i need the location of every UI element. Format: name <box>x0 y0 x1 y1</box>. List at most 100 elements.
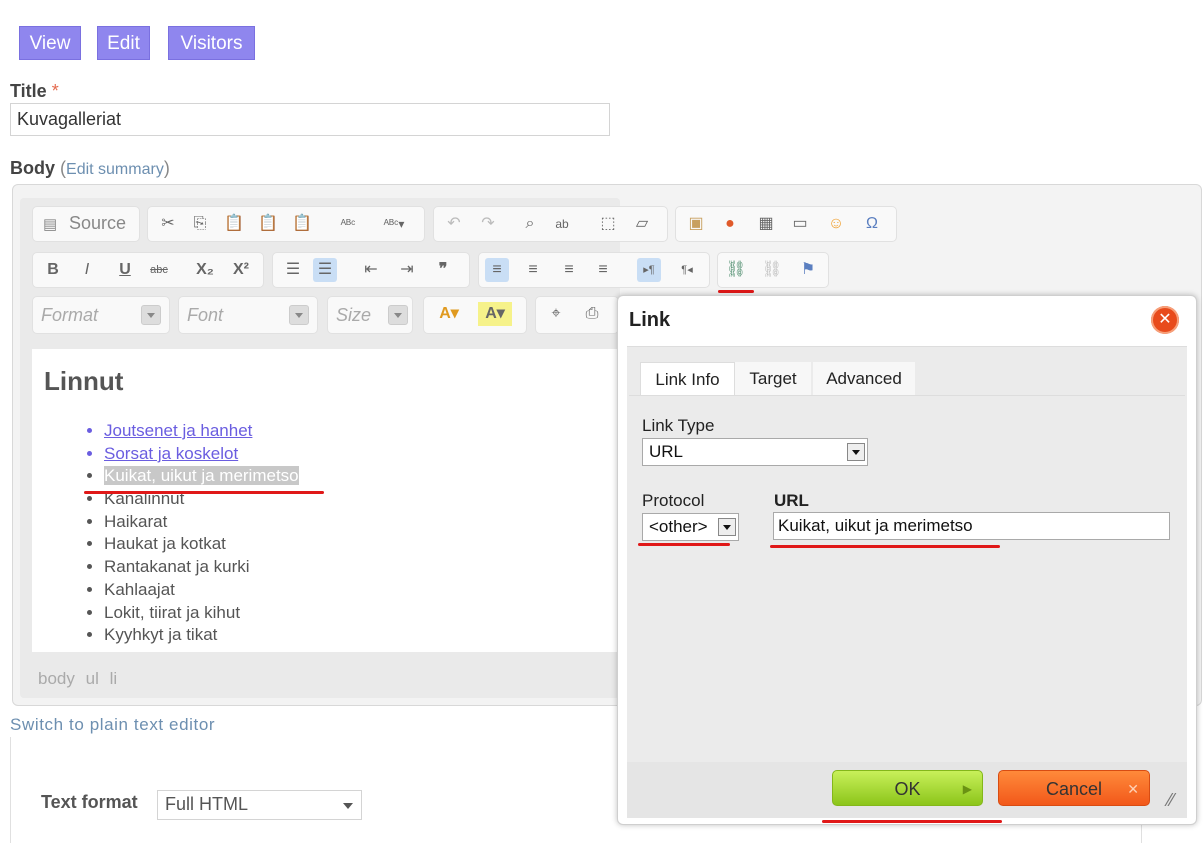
horizontal-rule-icon[interactable]: ▭ <box>788 212 812 236</box>
cancel-button-label: Cancel <box>1045 779 1103 799</box>
list-item-text[interactable]: Joutsenet ja hanhet <box>104 421 252 440</box>
basic-styles-group: B I U abc X₂ X² <box>32 252 264 288</box>
bullet-list-icon[interactable]: ☰ <box>313 258 337 282</box>
spellcheck-dropdown-icon[interactable]: ᴬᴮᶜ▾ <box>374 212 414 236</box>
list-item[interactable]: Kahlaajat <box>104 579 299 602</box>
protocol-select[interactable]: <other> <box>642 513 739 541</box>
chevron-down-icon <box>388 305 408 325</box>
paste-word-icon[interactable]: 📋 <box>290 212 314 236</box>
tab-target[interactable]: Target <box>735 362 811 396</box>
subscript-icon[interactable]: X₂ <box>193 258 217 282</box>
dialog-title: Link <box>629 309 671 331</box>
paste-icon[interactable]: 📋 <box>222 212 246 236</box>
anchor-icon[interactable]: ⚑ <box>796 258 820 282</box>
font-combo-label: Font <box>187 305 224 325</box>
list-item-text[interactable]: Kuikat, uikut ja merimetso <box>104 466 299 486</box>
bg-color-icon[interactable]: A▾ <box>478 302 512 326</box>
switch-plain-text-link[interactable]: Switch to plain text editor <box>10 715 215 735</box>
tab-visitors[interactable]: Visitors <box>168 26 255 60</box>
paren-close: ) <box>163 158 170 178</box>
list-item-text[interactable]: Sorsat ja koskelot <box>104 444 238 463</box>
text-color-icon[interactable]: A▾ <box>432 302 466 326</box>
undo-icon[interactable]: ↶ <box>442 212 466 236</box>
outdent-icon[interactable]: ⇤ <box>359 258 383 282</box>
chevron-down-icon <box>718 518 736 536</box>
list-item-text: Kyyhkyt ja tikat <box>104 625 218 645</box>
format-combo-label: Format <box>41 305 99 325</box>
list-item-text: Rantakanat ja kurki <box>104 557 250 577</box>
replace-icon[interactable]: ab <box>550 212 574 236</box>
format-combo[interactable]: Format <box>32 296 170 334</box>
body-label: Body (Edit summary) <box>10 158 170 179</box>
list-item[interactable]: Sorsat ja koskelot <box>104 443 299 466</box>
font-combo[interactable]: Font <box>178 296 318 334</box>
align-left-icon[interactable]: ≡ <box>485 258 509 282</box>
cut-icon[interactable]: ✂ <box>156 212 180 236</box>
table-icon[interactable]: ▦ <box>754 212 778 236</box>
smiley-icon[interactable]: ☺ <box>824 212 848 236</box>
list-item[interactable]: Kyyhkyt ja tikat <box>104 624 299 647</box>
chevron-down-icon <box>847 443 865 461</box>
tab-advanced[interactable]: Advanced <box>813 362 915 396</box>
list-item-text: Lokit, tiirat ja kihut <box>104 602 241 622</box>
blockquote-icon[interactable]: ❞ <box>431 258 455 282</box>
find-icon[interactable]: ⌕ <box>518 212 542 236</box>
divider <box>10 737 11 843</box>
title-input[interactable]: Kuvagalleriat <box>10 103 610 136</box>
edit-group: ↶ ↷ ⌕ ab ⬚ ▱ <box>433 206 668 242</box>
close-icon[interactable]: ✕ <box>1151 306 1179 334</box>
select-all-icon[interactable]: ⬚ <box>596 212 620 236</box>
strike-icon[interactable]: abc <box>147 258 171 282</box>
source-group: ▤ Source <box>32 206 140 242</box>
tab-view[interactable]: View <box>19 26 81 60</box>
image-icon[interactable]: ▣ <box>684 212 708 236</box>
title-label: Title * <box>10 81 59 102</box>
ok-button-label: OK <box>894 779 921 799</box>
list-item[interactable]: Haikarat <box>104 511 299 534</box>
link-icon[interactable]: ⛓ <box>724 258 748 282</box>
element-path: body ul li <box>38 669 117 689</box>
url-input[interactable]: Kuikat, uikut ja merimetso <box>773 512 1170 540</box>
redo-icon[interactable]: ↷ <box>476 212 500 236</box>
rtl-icon[interactable]: ¶◂ <box>675 258 699 282</box>
list-item[interactable]: Joutsenet ja hanhet <box>104 420 299 443</box>
insert-group: ▣ ● ▦ ▭ ☺ Ω <box>675 206 897 242</box>
cancel-button[interactable]: Cancel ✕ <box>998 770 1150 806</box>
align-center-icon[interactable]: ≡ <box>521 258 545 282</box>
bold-icon[interactable]: B <box>41 258 65 282</box>
underline-icon[interactable]: U <box>113 258 137 282</box>
superscript-icon[interactable]: X² <box>229 258 253 282</box>
special-char-icon[interactable]: Ω <box>860 212 884 236</box>
text-format-select[interactable]: Full HTML <box>157 790 362 820</box>
remove-format-icon[interactable]: ▱ <box>630 212 654 236</box>
italic-icon[interactable]: I <box>75 258 99 282</box>
flash-icon[interactable]: ● <box>718 212 742 236</box>
indent-icon[interactable]: ⇥ <box>395 258 419 282</box>
list-item[interactable]: Rantakanat ja kurki <box>104 556 299 579</box>
ok-button[interactable]: OK ▶ <box>832 770 983 806</box>
path-body[interactable]: body <box>38 669 75 688</box>
list-item[interactable]: Lokit, tiirat ja kihut <box>104 602 299 625</box>
show-blocks-icon[interactable]: ⎙ <box>580 302 604 326</box>
align-right-icon[interactable]: ≡ <box>557 258 581 282</box>
resize-grip-icon[interactable]: ⁄⁄ <box>1168 790 1174 811</box>
numbered-list-icon[interactable]: ☰ <box>281 258 305 282</box>
spellcheck-icon[interactable]: ᴬᴮᶜ <box>336 212 360 236</box>
path-ul[interactable]: ul <box>86 669 99 688</box>
paste-text-icon[interactable]: 📋 <box>256 212 280 236</box>
link-type-select[interactable]: URL <box>642 438 868 466</box>
size-combo[interactable]: Size <box>327 296 413 334</box>
list-item-selected[interactable]: Kuikat, uikut ja merimetso <box>104 465 299 488</box>
unlink-icon[interactable]: ⛓ <box>760 258 784 282</box>
path-li[interactable]: li <box>110 669 118 688</box>
ltr-icon[interactable]: ▸¶ <box>637 258 661 282</box>
source-button[interactable]: Source <box>69 213 126 234</box>
list-item[interactable]: Haukat ja kotkat <box>104 533 299 556</box>
copy-icon[interactable]: ⎘ <box>188 212 212 236</box>
tab-link-info[interactable]: Link Info <box>640 362 735 397</box>
tab-edit[interactable]: Edit <box>97 26 150 60</box>
required-mark: * <box>51 81 59 101</box>
maximize-icon[interactable]: ⌖ <box>544 302 568 326</box>
edit-summary-link[interactable]: Edit summary <box>66 161 164 178</box>
justify-icon[interactable]: ≡ <box>591 258 615 282</box>
